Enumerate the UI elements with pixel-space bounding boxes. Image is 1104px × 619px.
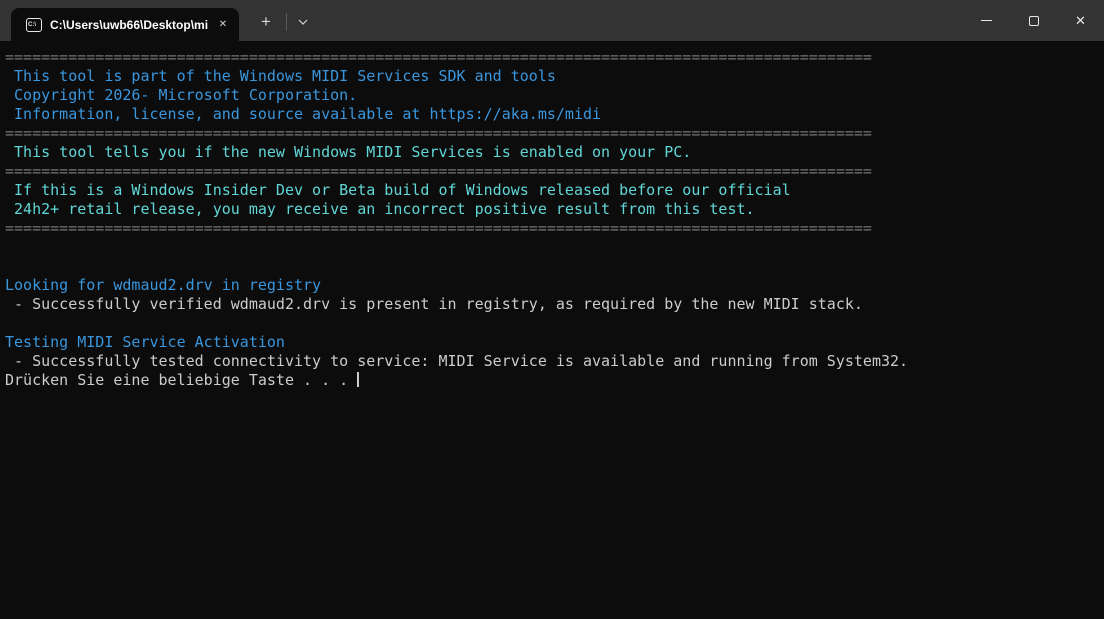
terminal-line: This tool is part of the Windows MIDI Se… bbox=[5, 67, 1104, 86]
chevron-down-icon bbox=[298, 19, 308, 25]
terminal-line: ========================================… bbox=[5, 48, 1104, 67]
terminal-line bbox=[5, 238, 1104, 257]
terminal-content: ========================================… bbox=[5, 41, 1104, 390]
terminal-line: Looking for wdmaud2.drv in registry bbox=[5, 276, 1104, 295]
terminal-line: ========================================… bbox=[5, 219, 1104, 238]
terminal-output-area[interactable]: ========================================… bbox=[0, 41, 1104, 619]
tab-close-icon[interactable]: ✕ bbox=[214, 16, 232, 34]
terminal-line: Copyright 2026- Microsoft Corporation. bbox=[5, 86, 1104, 105]
terminal-line bbox=[5, 257, 1104, 276]
tab-dropdown-button[interactable] bbox=[290, 8, 316, 36]
minimize-button[interactable] bbox=[963, 0, 1010, 41]
terminal-line: ========================================… bbox=[5, 41, 1104, 48]
terminal-tab[interactable]: C:\ C:\Users\uwb66\Desktop\mid ✕ bbox=[11, 8, 239, 41]
maximize-button[interactable] bbox=[1010, 0, 1057, 41]
maximize-icon bbox=[1029, 16, 1039, 26]
tab-title: C:\Users\uwb66\Desktop\mid bbox=[50, 18, 208, 32]
close-button[interactable]: ✕ bbox=[1057, 0, 1104, 41]
terminal-line: ========================================… bbox=[5, 162, 1104, 181]
terminal-line: Information, license, and source availab… bbox=[5, 105, 1104, 124]
minimize-icon bbox=[981, 20, 992, 21]
text-cursor bbox=[357, 372, 359, 387]
window-controls: ✕ bbox=[963, 0, 1104, 41]
terminal-line: Testing MIDI Service Activation bbox=[5, 333, 1104, 352]
title-bar: C:\ C:\Users\uwb66\Desktop\mid ✕ + ✕ bbox=[0, 0, 1104, 41]
terminal-line: Drücken Sie eine beliebige Taste . . . bbox=[5, 371, 1104, 390]
close-icon: ✕ bbox=[1075, 14, 1086, 27]
tabbar-divider bbox=[286, 13, 287, 31]
terminal-line: 24h2+ retail release, you may receive an… bbox=[5, 200, 1104, 219]
terminal-line: This tool tells you if the new Windows M… bbox=[5, 143, 1104, 162]
terminal-line bbox=[5, 314, 1104, 333]
command-prompt-icon-text: C:\ bbox=[28, 22, 36, 28]
terminal-line: ========================================… bbox=[5, 124, 1104, 143]
command-prompt-icon: C:\ bbox=[26, 18, 42, 32]
terminal-line: - Successfully tested connectivity to se… bbox=[5, 352, 1104, 371]
terminal-line: - Successfully verified wdmaud2.drv is p… bbox=[5, 295, 1104, 314]
terminal-line: If this is a Windows Insider Dev or Beta… bbox=[5, 181, 1104, 200]
new-tab-button[interactable]: + bbox=[252, 8, 280, 36]
